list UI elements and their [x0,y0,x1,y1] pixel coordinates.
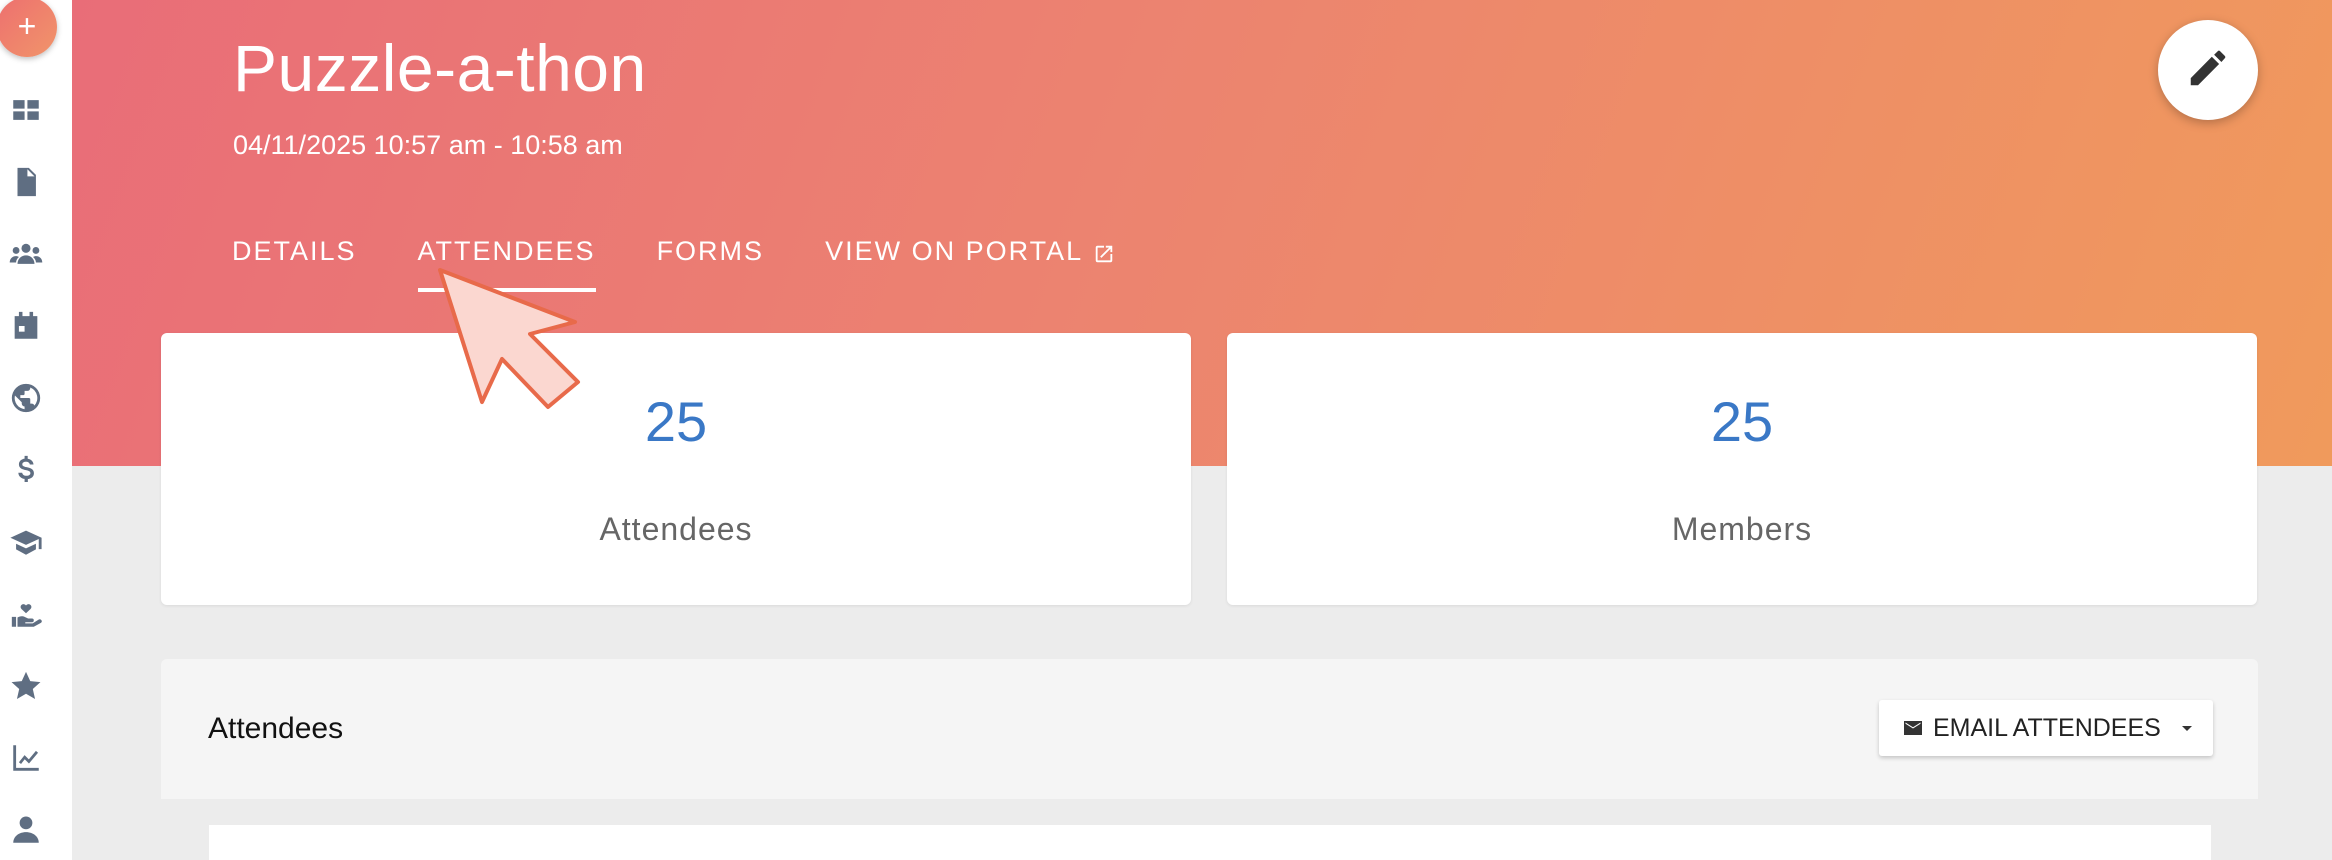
caret-down-icon[interactable] [2175,716,2199,740]
add-button[interactable]: + [0,0,57,57]
attendees-panel: Attendees EMAIL ATTENDEES [161,659,2258,860]
event-datetime: 04/11/2025 10:57 am - 10:58 am [233,130,623,160]
page-title: Puzzle-a-thon [233,31,647,105]
globe-icon[interactable] [8,380,44,416]
dashboard-icon[interactable] [8,92,44,128]
tab-bar: DETAILS ATTENDEES FORMS VIEW ON PORTAL [232,232,1176,292]
document-icon[interactable] [8,164,44,200]
mail-icon [1901,716,1925,740]
email-attendees-label: EMAIL ATTENDEES [1933,713,2161,742]
pencil-icon [2185,45,2231,96]
person-icon[interactable] [8,812,44,848]
attendees-label: Attendees [599,511,753,547]
tab-details[interactable]: DETAILS [232,232,357,292]
attendees-count: 25 [644,390,708,453]
star-icon[interactable] [8,668,44,704]
members-stat-card: 25 Members [1227,333,2257,605]
calendar-icon[interactable] [8,308,44,344]
tab-forms[interactable]: FORMS [657,232,765,292]
tab-view-on-portal[interactable]: VIEW ON PORTAL [825,232,1115,292]
dollar-icon[interactable] [8,452,44,488]
members-label: Members [1671,511,1813,547]
chart-line-icon[interactable] [8,740,44,776]
attendees-stat-card: 25 Attendees [161,333,1191,605]
hand-heart-icon[interactable] [8,596,44,632]
members-count: 25 [1710,390,1774,453]
people-icon[interactable] [8,236,44,272]
edit-button[interactable] [2158,20,2258,120]
panel-title: Attendees [208,712,344,745]
external-link-icon [1093,241,1115,263]
graduation-cap-icon[interactable] [8,524,44,560]
sidebar: + [0,0,72,860]
email-attendees-button[interactable]: EMAIL ATTENDEES [1879,700,2213,756]
attendees-table-card [209,825,2211,860]
mouse-cursor-icon [430,262,590,422]
